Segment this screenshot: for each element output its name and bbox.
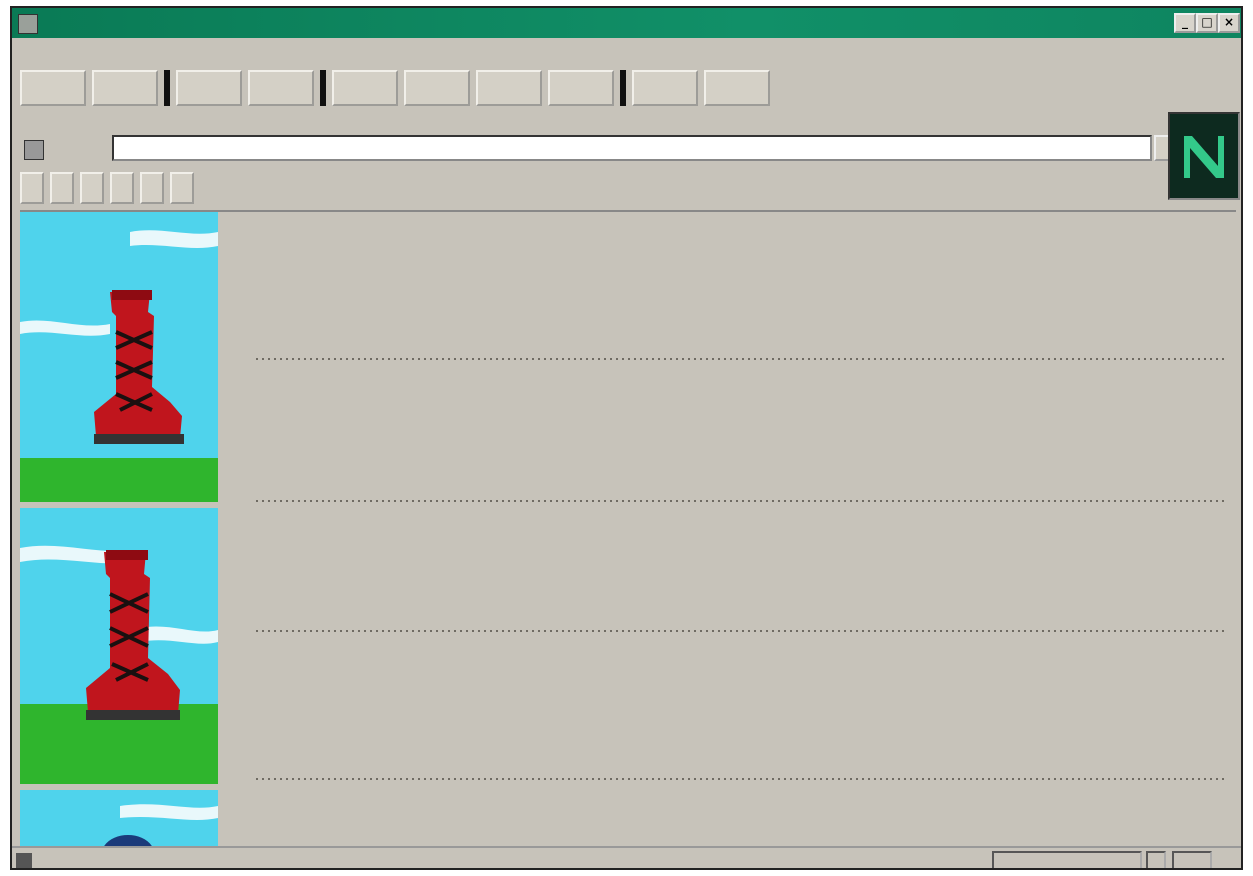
maximize-button[interactable]: □ xyxy=(1196,13,1218,33)
toolbar-button[interactable] xyxy=(176,70,242,106)
menu-bar xyxy=(18,44,184,66)
directory-button[interactable] xyxy=(50,172,74,204)
separator-line xyxy=(256,778,1226,780)
minimize-button[interactable]: _ xyxy=(1174,13,1196,33)
sidebar-panel xyxy=(20,790,218,846)
toolbar-button[interactable] xyxy=(704,70,770,106)
toolbar-button[interactable] xyxy=(92,70,158,106)
directory-buttons xyxy=(20,172,194,204)
directory-button[interactable] xyxy=(20,172,44,204)
toolbar-button[interactable] xyxy=(548,70,614,106)
directory-button[interactable] xyxy=(110,172,134,204)
toolbar-button[interactable] xyxy=(632,70,698,106)
separator-line xyxy=(256,630,1226,632)
menu-item[interactable] xyxy=(98,44,104,66)
sidebar-frame xyxy=(20,212,218,846)
location-bar xyxy=(20,134,1172,164)
sidebar-panel[interactable] xyxy=(20,212,218,502)
sidebar-panel xyxy=(20,508,218,784)
toolbar-separator xyxy=(320,70,326,106)
menu-item[interactable] xyxy=(178,44,184,66)
menu-item[interactable] xyxy=(138,44,144,66)
directory-button[interactable] xyxy=(140,172,164,204)
title-bar[interactable]: _ □ × xyxy=(12,8,1241,38)
toolbar-separator xyxy=(620,70,626,106)
system-menu-icon[interactable] xyxy=(18,14,38,34)
directory-button[interactable] xyxy=(80,172,104,204)
separator-line xyxy=(256,500,1226,502)
close-button[interactable]: × xyxy=(1218,13,1240,33)
mail-status-icon[interactable] xyxy=(1172,851,1212,868)
boot-image xyxy=(20,790,218,846)
boot-image xyxy=(20,508,218,784)
toolbar-separator xyxy=(164,70,170,106)
security-key-icon[interactable] xyxy=(16,853,32,868)
menu-item[interactable] xyxy=(58,44,64,66)
status-cell xyxy=(1146,851,1166,868)
bookmark-icon[interactable] xyxy=(24,140,44,160)
navigation-toolbar xyxy=(20,70,770,106)
directory-button[interactable] xyxy=(170,172,194,204)
toolbar-button[interactable] xyxy=(20,70,86,106)
menu-item[interactable] xyxy=(38,44,44,66)
menu-item[interactable] xyxy=(78,44,84,66)
menu-item[interactable] xyxy=(118,44,124,66)
toolbar-button[interactable] xyxy=(476,70,542,106)
toolbar-button[interactable] xyxy=(404,70,470,106)
page-content xyxy=(20,210,1236,846)
browser-throbber[interactable] xyxy=(1168,112,1240,200)
browser-window: _ □ × xyxy=(10,6,1243,870)
browser-logo-icon xyxy=(1184,136,1224,178)
report-area xyxy=(236,212,1226,846)
progress-cell xyxy=(992,851,1142,868)
separator-line xyxy=(256,358,1226,360)
toolbar-button[interactable] xyxy=(332,70,398,106)
boot-banner-image xyxy=(20,212,218,502)
toolbar-button[interactable] xyxy=(248,70,314,106)
menu-item[interactable] xyxy=(158,44,164,66)
menu-item[interactable] xyxy=(18,44,24,66)
url-field[interactable] xyxy=(112,135,1152,161)
status-bar xyxy=(12,846,1241,868)
